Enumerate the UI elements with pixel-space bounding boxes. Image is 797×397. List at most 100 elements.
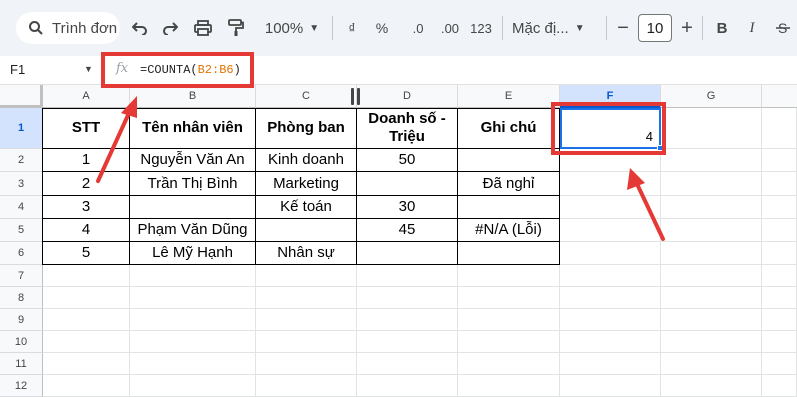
empty-cell[interactable]: [661, 149, 762, 172]
italic-button[interactable]: I: [742, 14, 762, 42]
table-cell[interactable]: [357, 172, 458, 196]
column-header-e[interactable]: E: [458, 85, 560, 108]
table-cell[interactable]: Marketing: [256, 172, 357, 196]
row-header-10[interactable]: 10: [0, 331, 43, 353]
empty-cell[interactable]: [560, 265, 661, 287]
bold-button[interactable]: B: [712, 14, 732, 42]
paint-format-button[interactable]: [224, 14, 248, 42]
empty-cell[interactable]: [762, 149, 797, 172]
empty-cell[interactable]: [560, 309, 661, 331]
empty-cell[interactable]: [458, 331, 560, 353]
empty-cell[interactable]: [661, 242, 762, 265]
formula-input[interactable]: =COUNTA(B2:B6): [140, 63, 241, 77]
empty-cell[interactable]: [458, 265, 560, 287]
row-header-3[interactable]: 3: [0, 172, 43, 196]
table-cell[interactable]: Kế toán: [256, 196, 357, 219]
empty-cell[interactable]: [560, 242, 661, 265]
table-cell[interactable]: Trần Thị Bình: [130, 172, 256, 196]
row-header-2[interactable]: 2: [0, 149, 43, 172]
column-header-a[interactable]: A: [43, 85, 130, 108]
empty-cell[interactable]: [560, 353, 661, 375]
empty-cell[interactable]: [458, 375, 560, 397]
row-header-6[interactable]: 6: [0, 242, 43, 265]
empty-cell[interactable]: [458, 309, 560, 331]
empty-cell[interactable]: [560, 375, 661, 397]
empty-cell[interactable]: [560, 219, 661, 242]
table-cell[interactable]: 45: [357, 219, 458, 242]
empty-cell[interactable]: [661, 108, 762, 149]
strikethrough-button[interactable]: S: [772, 14, 794, 42]
table-cell[interactable]: [357, 242, 458, 265]
row-header-4[interactable]: 4: [0, 196, 43, 219]
decrease-font-size-button[interactable]: −: [614, 14, 632, 42]
empty-cell[interactable]: [357, 375, 458, 397]
empty-cell[interactable]: [762, 172, 797, 196]
select-all-corner[interactable]: [0, 85, 43, 108]
empty-cell[interactable]: [560, 331, 661, 353]
empty-cell[interactable]: [256, 331, 357, 353]
empty-cell[interactable]: [43, 309, 130, 331]
undo-button[interactable]: [128, 14, 152, 42]
empty-cell[interactable]: [560, 287, 661, 309]
column-header-b[interactable]: B: [130, 85, 256, 108]
font-family-select[interactable]: Mặc đị... ▼: [512, 14, 602, 42]
redo-button[interactable]: [158, 14, 182, 42]
empty-cell[interactable]: [357, 265, 458, 287]
empty-cell[interactable]: [762, 375, 797, 397]
empty-cell[interactable]: [43, 375, 130, 397]
empty-cell[interactable]: [458, 287, 560, 309]
empty-cell[interactable]: [661, 172, 762, 196]
empty-cell[interactable]: [762, 242, 797, 265]
empty-cell[interactable]: [256, 309, 357, 331]
empty-cell[interactable]: [762, 219, 797, 242]
table-cell[interactable]: 3: [43, 196, 130, 219]
empty-cell[interactable]: [762, 287, 797, 309]
empty-cell[interactable]: [130, 265, 256, 287]
zoom-select[interactable]: 100% ▼: [258, 14, 326, 42]
table-header-cell[interactable]: Ghi chú: [458, 108, 560, 149]
table-header-cell[interactable]: Tên nhân viên: [130, 108, 256, 149]
table-cell[interactable]: Phạm Văn Dũng: [130, 219, 256, 242]
row-header-11[interactable]: 11: [0, 353, 43, 375]
row-header-5[interactable]: 5: [0, 219, 43, 242]
row-header-7[interactable]: 7: [0, 265, 43, 287]
empty-cell[interactable]: [130, 353, 256, 375]
table-cell[interactable]: [458, 242, 560, 265]
column-header-d[interactable]: D: [357, 85, 458, 108]
empty-cell[interactable]: [661, 196, 762, 219]
table-cell[interactable]: 5: [43, 242, 130, 265]
empty-cell[interactable]: [762, 265, 797, 287]
empty-cell[interactable]: [762, 196, 797, 219]
print-button[interactable]: [190, 14, 216, 42]
empty-cell[interactable]: [357, 331, 458, 353]
currency-format-button[interactable]: ₫: [342, 14, 362, 42]
empty-cell[interactable]: [43, 353, 130, 375]
table-cell[interactable]: 50: [357, 149, 458, 172]
decrease-decimal-button[interactable]: .0: [404, 14, 432, 42]
empty-cell[interactable]: [661, 331, 762, 353]
empty-cell[interactable]: [357, 309, 458, 331]
empty-cell[interactable]: [762, 353, 797, 375]
empty-cell[interactable]: [458, 353, 560, 375]
column-header-g[interactable]: G: [661, 85, 762, 108]
row-header-9[interactable]: 9: [0, 309, 43, 331]
column-header-f[interactable]: F: [560, 85, 661, 108]
empty-cell[interactable]: [130, 287, 256, 309]
empty-cell[interactable]: [256, 353, 357, 375]
empty-cell[interactable]: [762, 108, 797, 149]
table-cell[interactable]: Nhân sự: [256, 242, 357, 265]
row-header-12[interactable]: 12: [0, 375, 43, 397]
empty-cell[interactable]: [130, 309, 256, 331]
table-cell[interactable]: [256, 219, 357, 242]
table-cell[interactable]: [130, 196, 256, 219]
empty-cell[interactable]: [560, 149, 661, 172]
table-cell[interactable]: Lê Mỹ Hạnh: [130, 242, 256, 265]
empty-cell[interactable]: [661, 287, 762, 309]
empty-cell[interactable]: [357, 353, 458, 375]
empty-cell[interactable]: [560, 196, 661, 219]
menu-search[interactable]: Trình đơn: [16, 12, 120, 44]
table-cell[interactable]: Nguyễn Văn An: [130, 149, 256, 172]
empty-cell[interactable]: [256, 287, 357, 309]
table-cell[interactable]: Kinh doanh: [256, 149, 357, 172]
table-cell[interactable]: [458, 196, 560, 219]
